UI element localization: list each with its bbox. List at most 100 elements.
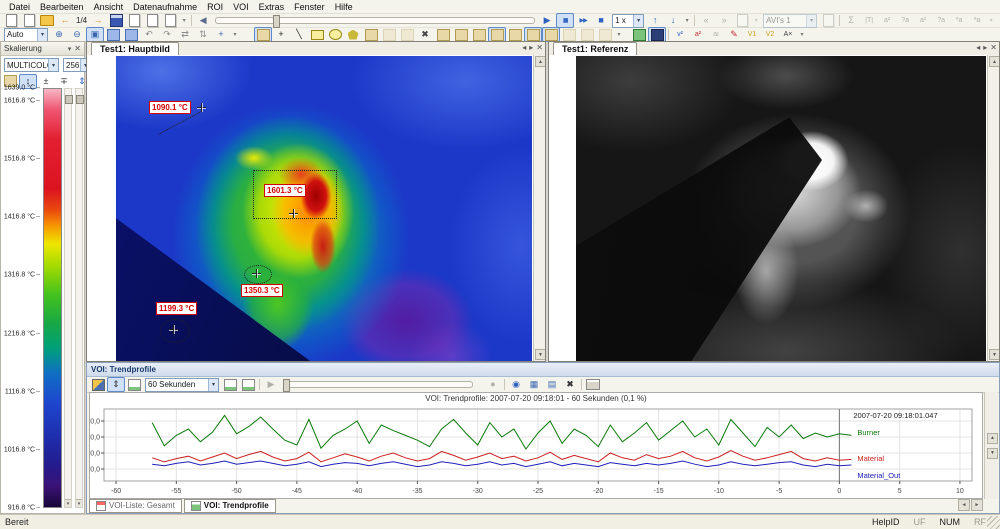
trend-tab-voi-trendprofile[interactable]: VOI: Trendprofile	[184, 499, 276, 513]
fit-to-window-icon[interactable]: ▣	[86, 27, 104, 42]
scroll-up-icon[interactable]: ▲	[987, 433, 998, 444]
toolbar-overflow-icon[interactable]: ▾	[751, 13, 761, 28]
open-image-icon[interactable]	[20, 13, 38, 28]
roi-edit-icon[interactable]	[434, 27, 452, 42]
trend-chart-plot[interactable]: -60-55-50-45-40-35-30-25-20-15-10-505101…	[90, 405, 984, 501]
measure-aa-icon[interactable]: ªa	[950, 13, 968, 28]
delete-trend-icon[interactable]: ✖	[561, 377, 579, 392]
zoom-in-icon[interactable]: ⊕	[50, 27, 68, 42]
close-icon[interactable]: ✕	[536, 43, 543, 52]
roi-rectangle-icon[interactable]	[308, 27, 326, 42]
play-icon[interactable]: ▶	[538, 13, 556, 28]
pan-icon[interactable]	[122, 27, 140, 42]
menu-item-ansicht[interactable]: Ansicht	[89, 2, 129, 12]
chart-view-icon[interactable]: ▤	[543, 377, 561, 392]
trend-tab-voi-liste-gesamt[interactable]: VOI-Liste: Gesamt	[89, 499, 182, 513]
voi-edit-icon[interactable]: ✎	[725, 27, 743, 42]
flip-vertical-icon[interactable]: ⇅	[194, 27, 212, 42]
measure-a2b-icon[interactable]: a²	[914, 13, 932, 28]
menu-item-datenaufnahme[interactable]: Datenaufnahme	[128, 2, 202, 12]
tab-scroll-right-icon[interactable]: ▸	[983, 43, 987, 52]
roi-point-icon[interactable]: +	[272, 27, 290, 42]
open-folder-icon[interactable]	[38, 13, 56, 28]
step-up-icon[interactable]: ↑	[646, 13, 664, 28]
ref-image-scrollbar[interactable]: ▲ ▼	[987, 55, 999, 361]
measure-abs-icon[interactable]: |T|	[860, 13, 878, 28]
export-trend-icon[interactable]	[221, 377, 239, 392]
export-image-icon[interactable]	[161, 13, 179, 28]
voi-select-icon[interactable]	[89, 377, 107, 392]
zoom-out-icon[interactable]: ⊖	[68, 27, 86, 42]
step-down-icon[interactable]: ↓	[664, 13, 682, 28]
flip-horizontal-icon[interactable]: ⇄	[176, 27, 194, 42]
roi-polygon-icon[interactable]	[344, 27, 362, 42]
menu-item-voi[interactable]: VOI	[228, 2, 254, 12]
new-document-icon[interactable]	[2, 13, 20, 28]
copy-trend-icon[interactable]	[239, 377, 257, 392]
scroll-down-icon[interactable]: ▼	[535, 349, 545, 360]
toolbar-overflow-icon[interactable]: ▾	[986, 13, 996, 28]
first-frame-icon[interactable]: «	[697, 13, 715, 28]
avi-settings-icon[interactable]	[819, 13, 837, 28]
roi-cut-icon[interactable]	[398, 27, 416, 42]
voi-show2-icon[interactable]: V2	[761, 27, 779, 42]
voi-value-max-icon[interactable]: v²	[671, 27, 689, 42]
tab-scroll-left-icon[interactable]: ◂	[522, 43, 526, 52]
roi-settings-icon[interactable]	[542, 27, 560, 42]
autoscale-trend-icon[interactable]: ⇕	[107, 377, 125, 392]
rotate-right-icon[interactable]: ↷	[158, 27, 176, 42]
roi-lock-icon[interactable]	[452, 27, 470, 42]
last-frame-icon[interactable]: »	[715, 13, 733, 28]
toolbar-overflow-icon[interactable]: ▾	[797, 27, 807, 42]
copy-frame-icon[interactable]	[143, 13, 161, 28]
voi-area-icon[interactable]: ai	[707, 27, 725, 42]
speed-combo[interactable]: 1 x▾	[612, 14, 644, 28]
chevron-down-icon[interactable]: ▾	[76, 499, 82, 507]
tab-scroll-right-icon[interactable]: ▸	[529, 43, 533, 52]
menu-item-extras[interactable]: Extras	[254, 2, 290, 12]
close-icon[interactable]: ✕	[990, 43, 997, 52]
profile-icon[interactable]	[125, 377, 143, 392]
roi-more-icon[interactable]	[596, 27, 614, 42]
voi-show1-icon[interactable]: V1	[743, 27, 761, 42]
main-image-scrollbar[interactable]: ▲ ▼	[533, 55, 545, 361]
palette-combo[interactable]: MULTICOLOR ▾	[4, 58, 59, 72]
scale-lower-icon[interactable]: ∓	[55, 74, 73, 89]
scroll-down-icon[interactable]: ▼	[987, 448, 998, 459]
copy-image-icon[interactable]	[125, 13, 143, 28]
measure-a2-icon[interactable]: a²	[878, 13, 896, 28]
voi-matrix-icon[interactable]	[648, 27, 666, 42]
close-icon[interactable]: ✕	[74, 44, 81, 53]
scale-max-slider[interactable]: ▾	[64, 88, 72, 508]
view-trend-icon[interactable]: ◉	[507, 377, 525, 392]
toolbar-overflow-icon[interactable]: ▾	[179, 13, 189, 28]
roi-delete-icon[interactable]: ✖	[416, 27, 434, 42]
toolbar-overflow-icon[interactable]: ▾	[614, 27, 624, 42]
scale-min-slider[interactable]: ▾	[75, 88, 83, 508]
spot-marker-icon[interactable]	[197, 103, 206, 112]
menu-item-roi[interactable]: ROI	[202, 2, 228, 12]
record-trend-icon[interactable]: ●	[484, 377, 502, 392]
scale-mode-combo[interactable]: Auto▾	[4, 28, 48, 42]
roi-paste-icon[interactable]	[380, 27, 398, 42]
toolbar-overflow-icon[interactable]: ▾	[682, 13, 692, 28]
measure-qa-icon[interactable]: ?a	[896, 13, 914, 28]
tab-hauptbild[interactable]: Test1: Hauptbild	[91, 42, 179, 55]
menu-item-fenster[interactable]: Fenster	[289, 2, 330, 12]
scroll-up-icon[interactable]: ▲	[989, 56, 999, 67]
resize-grip-icon[interactable]	[987, 516, 1000, 529]
copy-palette-icon[interactable]	[254, 27, 272, 42]
roi-line-icon[interactable]: ╲	[290, 27, 308, 42]
trend-scrollbar[interactable]: ▲ ▼	[984, 392, 998, 499]
table-view-icon[interactable]: ▦	[525, 377, 543, 392]
menu-item-datei[interactable]: Datei	[4, 2, 35, 12]
next-image-icon[interactable]: →	[89, 13, 107, 28]
stop-icon[interactable]: ■	[592, 13, 610, 28]
play-trend-icon[interactable]: ▶	[262, 377, 280, 392]
reference-image[interactable]	[576, 56, 986, 361]
voi-table-icon[interactable]	[630, 27, 648, 42]
scroll-down-icon[interactable]: ▼	[989, 349, 999, 360]
slider-thumb[interactable]	[283, 379, 290, 392]
scroll-left-icon[interactable]: ◄	[958, 499, 970, 511]
roi-clear-icon[interactable]	[578, 27, 596, 42]
